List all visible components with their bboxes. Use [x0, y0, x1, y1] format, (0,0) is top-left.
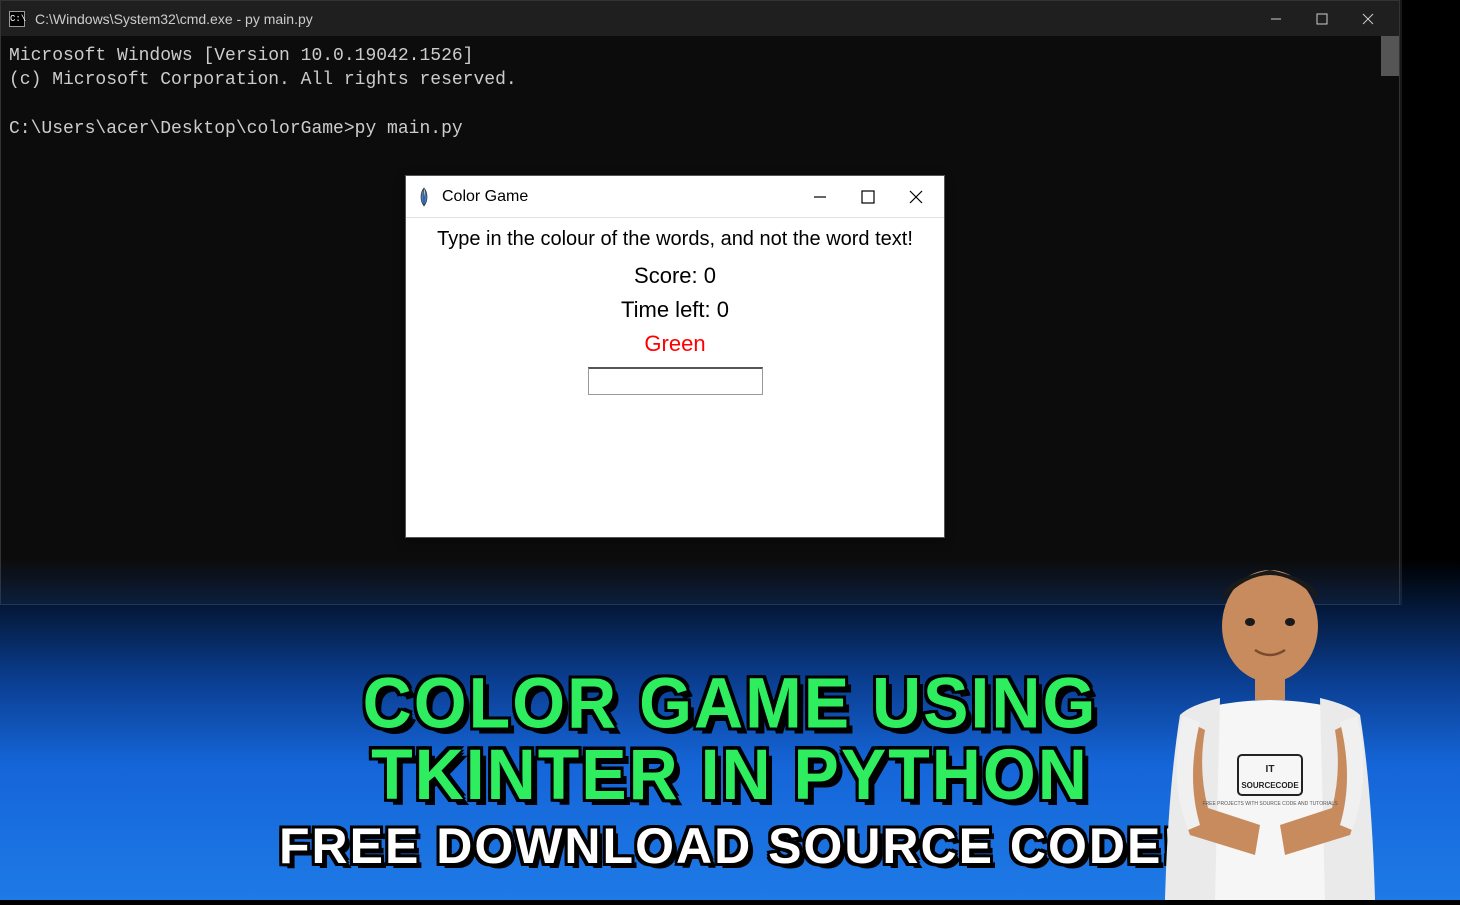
time-left-label: Time left: 0: [406, 297, 944, 323]
cmd-window-controls: [1253, 4, 1391, 34]
tkinter-body: Type in the colour of the words, and not…: [406, 218, 944, 395]
minimize-icon: [813, 190, 827, 204]
answer-input[interactable]: [588, 367, 763, 395]
person-cutout: IT SOURCECODE FREE PROJECTS WITH SOURCE …: [1120, 540, 1420, 900]
svg-text:IT: IT: [1266, 764, 1275, 775]
instruction-label: Type in the colour of the words, and not…: [406, 228, 944, 251]
maximize-button[interactable]: [1299, 4, 1345, 34]
svg-text:SOURCECODE: SOURCECODE: [1241, 781, 1299, 790]
maximize-icon: [1316, 13, 1328, 25]
banner-title-line: TKINTER IN PYTHON: [371, 735, 1089, 815]
close-icon: [1361, 12, 1375, 26]
close-button[interactable]: [1345, 4, 1391, 34]
tkinter-title-text: Color Game: [442, 188, 810, 206]
scrollbar-thumb[interactable]: [1381, 36, 1399, 76]
maximize-icon: [861, 190, 875, 204]
cmd-terminal-output[interactable]: Microsoft Windows [Version 10.0.19042.15…: [1, 36, 1399, 149]
tkinter-window-controls: [810, 187, 934, 207]
close-button[interactable]: [906, 187, 926, 207]
minimize-icon: [1270, 13, 1282, 25]
score-label: Score: 0: [406, 263, 944, 289]
edge-divider: [1400, 0, 1402, 605]
cmd-line: (c) Microsoft Corporation. All rights re…: [9, 70, 517, 90]
banner-title: COLOR GAME USING TKINTER IN PYTHON: [363, 668, 1098, 811]
cmd-titlebar[interactable]: C:\ C:\Windows\System32\cmd.exe - py mai…: [1, 1, 1399, 36]
banner-subtitle: FREE DOWNLOAD SOURCE CODE!: [279, 817, 1181, 875]
tkinter-feather-icon: [416, 187, 432, 207]
cmd-title-text: C:\Windows\System32\cmd.exe - py main.py: [35, 11, 1253, 27]
tkinter-window: Color Game Type in the colour of the wor…: [405, 175, 945, 538]
maximize-button[interactable]: [858, 187, 878, 207]
cmd-line: Microsoft Windows [Version 10.0.19042.15…: [9, 46, 473, 66]
color-word-label: Green: [406, 331, 944, 357]
svg-text:FREE PROJECTS WITH SOURCE CODE: FREE PROJECTS WITH SOURCE CODE AND TUTOR…: [1202, 801, 1338, 807]
cmd-prompt-icon: C:\: [9, 11, 25, 27]
tkinter-titlebar[interactable]: Color Game: [406, 176, 944, 218]
close-icon: [908, 189, 924, 205]
cmd-line: C:\Users\acer\Desktop\colorGame>py main.…: [9, 119, 463, 139]
minimize-button[interactable]: [1253, 4, 1299, 34]
banner-title-line: COLOR GAME USING: [363, 663, 1098, 743]
minimize-button[interactable]: [810, 187, 830, 207]
